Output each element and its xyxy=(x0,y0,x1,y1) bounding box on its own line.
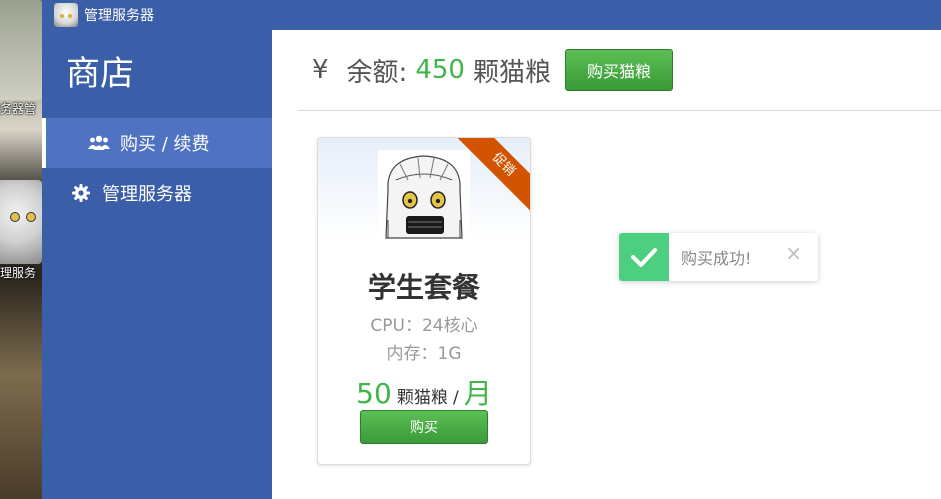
sidebar: 商店 购买 / 续费 管理服务器 xyxy=(42,30,272,499)
buy-plan-button[interactable]: 购买 xyxy=(360,410,488,444)
sidebar-item-purchase-renew[interactable]: 购买 / 续费 xyxy=(42,118,272,168)
price-unit: 颗猫粮 xyxy=(396,388,448,408)
check-icon xyxy=(619,233,669,281)
sidebar-item-label: 管理服务器 xyxy=(102,184,192,205)
plan-cpu: CPU：24核心 xyxy=(370,316,478,336)
price-amount: 50 xyxy=(356,377,392,410)
price-separator: / xyxy=(452,388,459,408)
product-card: 促销 学生套餐 CPU：24核心 内存：1G 50 颗猫粮 / 月 购买 xyxy=(317,137,531,465)
balance-amount: 450 xyxy=(415,55,465,85)
balance-unit: 颗猫粮 xyxy=(472,57,551,88)
main-content: ¥ 余额: 450 颗猫粮 购买猫粮 促销 学生套餐 CPU：24核心 内存：1… xyxy=(272,30,941,499)
currency-symbol: ¥ xyxy=(312,55,329,85)
gear-icon xyxy=(70,182,92,204)
buy-catfood-button[interactable]: 购买猫粮 xyxy=(564,49,673,91)
title-bar: 管理服务器 xyxy=(42,0,941,30)
desktop-shortcut-label: 服务器管 xyxy=(0,102,37,116)
close-icon[interactable]: × xyxy=(785,241,802,265)
sidebar-heading: 商店 xyxy=(66,54,134,94)
desktop-shortcut-1[interactable]: 服务器管 xyxy=(0,0,42,117)
product-card-header: 促销 xyxy=(318,138,530,242)
app-logo-icon xyxy=(54,3,78,27)
plan-price: 50 颗猫粮 / 月 xyxy=(318,372,530,410)
desktop-shortcut-label: 管理服务 xyxy=(0,266,37,280)
users-icon xyxy=(88,132,110,154)
toast-message: 购买成功! xyxy=(681,249,752,268)
product-avatar-image xyxy=(378,150,470,242)
plan-memory: 内存：1G xyxy=(386,344,462,364)
anime-avatar-icon xyxy=(0,180,42,264)
balance-label: 余额: xyxy=(346,57,408,88)
window-title: 管理服务器 xyxy=(84,8,154,24)
sidebar-item-label: 购买 / 续费 xyxy=(120,134,210,155)
sidebar-item-manage-servers[interactable]: 管理服务器 xyxy=(42,168,272,218)
desktop-shortcut-2[interactable]: 管理服务 xyxy=(0,180,42,281)
balance-bar: ¥ 余额: 450 颗猫粮 购买猫粮 xyxy=(298,30,941,111)
desktop-background: 服务器管 管理服务 xyxy=(0,0,42,499)
success-toast: 购买成功! × xyxy=(619,233,818,281)
anime-avatar-icon xyxy=(0,0,42,100)
price-period: 月 xyxy=(463,377,492,410)
plan-name: 学生套餐 xyxy=(367,271,480,304)
